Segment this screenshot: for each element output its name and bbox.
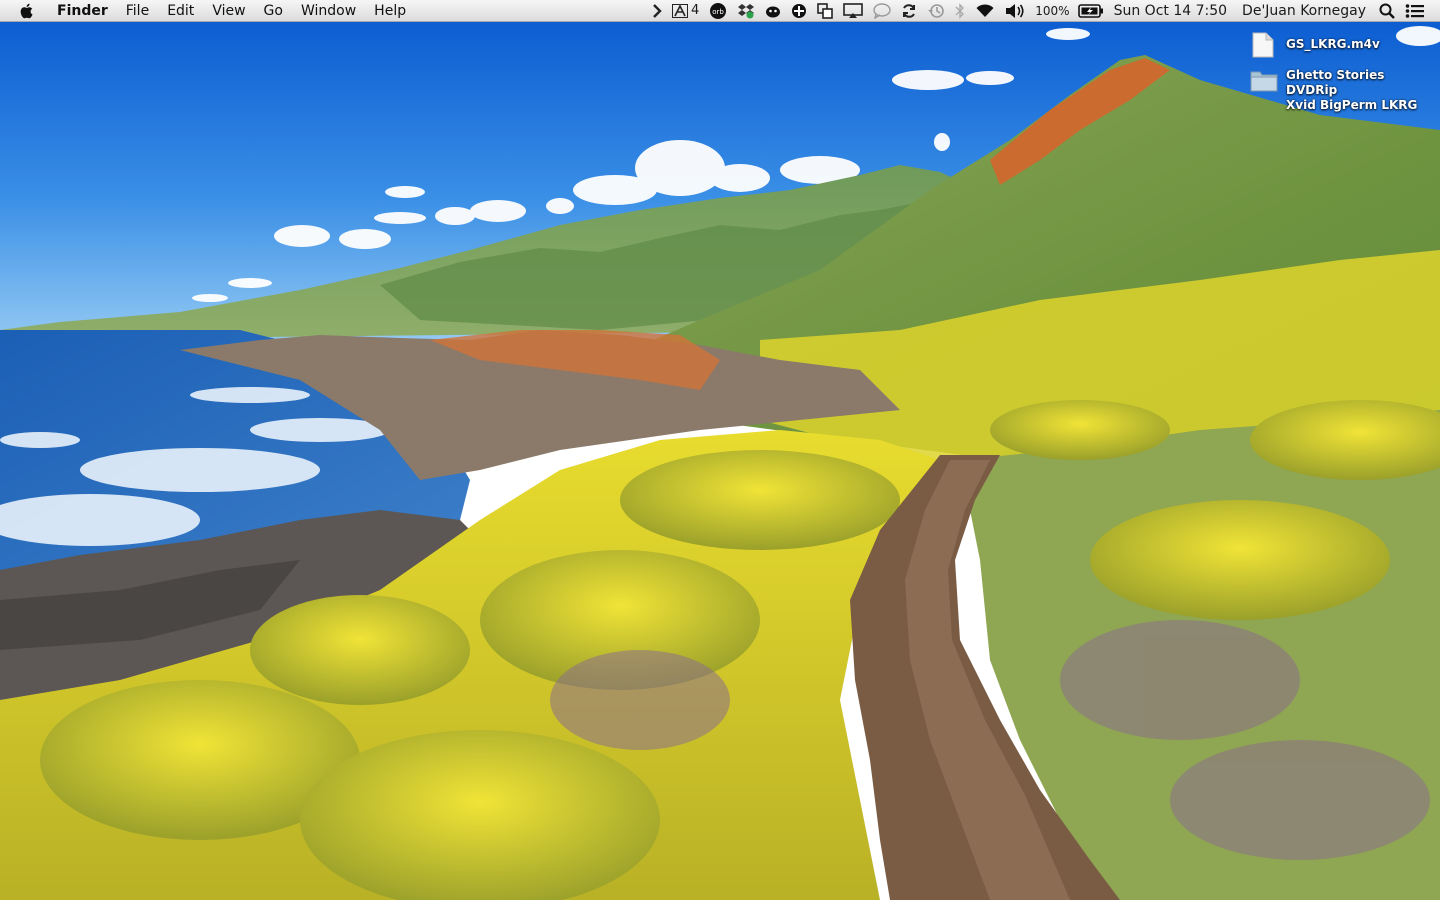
user-menu[interactable]: De'Juan Kornegay — [1232, 0, 1374, 22]
bluetooth-icon[interactable] — [950, 0, 970, 22]
desktop-wallpaper — [0, 0, 1440, 900]
battery-percent[interactable]: 100% — [1030, 0, 1072, 22]
menu-help[interactable]: Help — [365, 0, 415, 22]
bug-icon[interactable] — [760, 0, 786, 22]
menu-edit[interactable]: Edit — [158, 0, 203, 22]
desktop-folder-label-line1: Ghetto Stories DVDRip — [1286, 68, 1385, 97]
desktop-file-label: GS_LKRG.m4v — [1286, 37, 1380, 51]
menu-go[interactable]: Go — [255, 0, 292, 22]
spotlight-icon[interactable] — [1374, 0, 1400, 22]
battery-icon[interactable] — [1073, 0, 1109, 22]
desktop-folder-item[interactable]: Ghetto Stories DVDRip Xvid BigPerm LKRG — [1250, 68, 1436, 113]
time-machine-icon[interactable] — [922, 0, 950, 22]
gamepad-icon[interactable] — [786, 0, 812, 22]
wifi-icon[interactable] — [970, 0, 1000, 22]
desktop[interactable]: Finder File Edit View Go Window Help 4 o… — [0, 0, 1440, 900]
dropbox-icon[interactable] — [732, 0, 760, 22]
screen-mirror-icon[interactable] — [812, 0, 838, 22]
notification-center-icon[interactable] — [1400, 0, 1430, 22]
orb-icon[interactable]: orb — [704, 0, 732, 22]
chevron-right-icon[interactable] — [647, 0, 667, 22]
desktop-file-item[interactable]: GS_LKRG.m4v — [1252, 32, 1436, 60]
document-icon — [1252, 32, 1278, 60]
menu-view[interactable]: View — [203, 0, 254, 22]
svg-text:orb: orb — [712, 8, 724, 16]
menu-bar: Finder File Edit View Go Window Help 4 o… — [0, 0, 1440, 22]
adobe-icon — [672, 3, 688, 18]
menu-file[interactable]: File — [117, 0, 158, 22]
folder-icon — [1250, 68, 1278, 96]
apple-icon[interactable] — [12, 0, 42, 22]
sync-icon[interactable] — [896, 0, 922, 22]
desktop-folder-label-line2: Xvid BigPerm LKRG — [1286, 98, 1418, 112]
menu-clock[interactable]: Sun Oct 14 7:50 — [1109, 0, 1232, 22]
messages-icon[interactable] — [868, 0, 896, 22]
menu-app-name[interactable]: Finder — [48, 0, 117, 22]
volume-icon[interactable] — [1000, 0, 1030, 22]
airplay-icon[interactable] — [838, 0, 868, 22]
desktop-folder-label: Ghetto Stories DVDRip Xvid BigPerm LKRG — [1286, 68, 1436, 113]
adobe-menu[interactable]: 4 — [667, 0, 704, 22]
menu-window[interactable]: Window — [292, 0, 365, 22]
adobe-count: 4 — [691, 3, 700, 18]
